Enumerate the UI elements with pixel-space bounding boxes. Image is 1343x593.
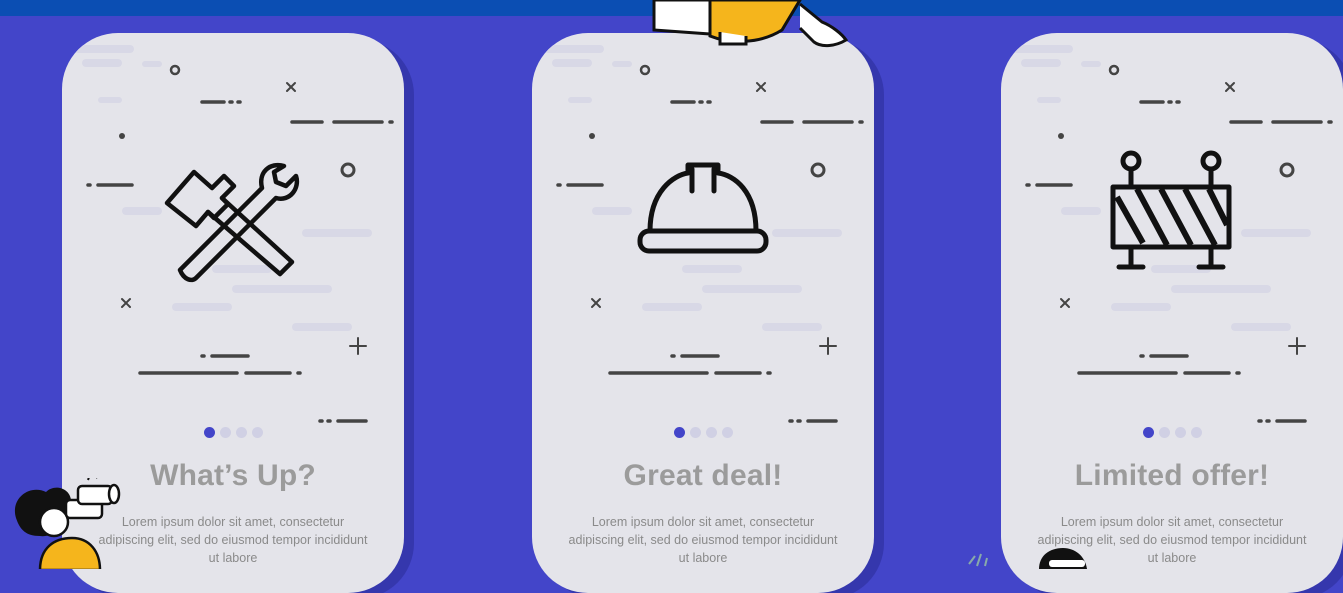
hard-hat-icon: [637, 162, 769, 254]
pagination-dot-1[interactable]: [673, 427, 685, 438]
crouching-character-illustration: [652, 0, 849, 48]
screen-description: Lorem ipsum dolor sit amet, consectetur …: [98, 515, 368, 565]
pagination-dot-2[interactable]: [689, 427, 701, 438]
pagination-dot-2[interactable]: [219, 427, 231, 438]
screen-title: Limited offer!: [1074, 459, 1270, 492]
pagination-dot-1[interactable]: [1142, 427, 1154, 438]
screen-description: Lorem ipsum dolor sit amet, consectetur …: [568, 515, 838, 565]
onboarding-card-3: Limited offer! Lorem ipsum dolor sit ame…: [1001, 33, 1343, 593]
pagination-dot-3[interactable]: [235, 427, 247, 438]
pagination-dot-2[interactable]: [1158, 427, 1170, 438]
onboarding-card-2: Great deal! Lorem ipsum dolor sit amet, …: [532, 33, 874, 593]
pagination-dot-4[interactable]: [251, 427, 263, 438]
pagination-dot-4[interactable]: [721, 427, 733, 438]
screen-title: Great deal!: [623, 459, 783, 492]
pagination-dot-3[interactable]: [705, 427, 717, 438]
pagination-dot-4[interactable]: [1190, 427, 1202, 438]
pagination-dot-3[interactable]: [1174, 427, 1186, 438]
pagination-dot-1[interactable]: [203, 427, 215, 438]
pagination-dots: [1001, 427, 1343, 438]
road-barrier-icon: [1110, 150, 1232, 270]
hammer-wrench-icon: [164, 162, 300, 283]
peeking-character-illustration: [968, 548, 1087, 569]
pagination-dots: [62, 427, 404, 438]
pagination-dots: [532, 427, 874, 438]
binoculars-character-illustration: [14, 478, 121, 569]
